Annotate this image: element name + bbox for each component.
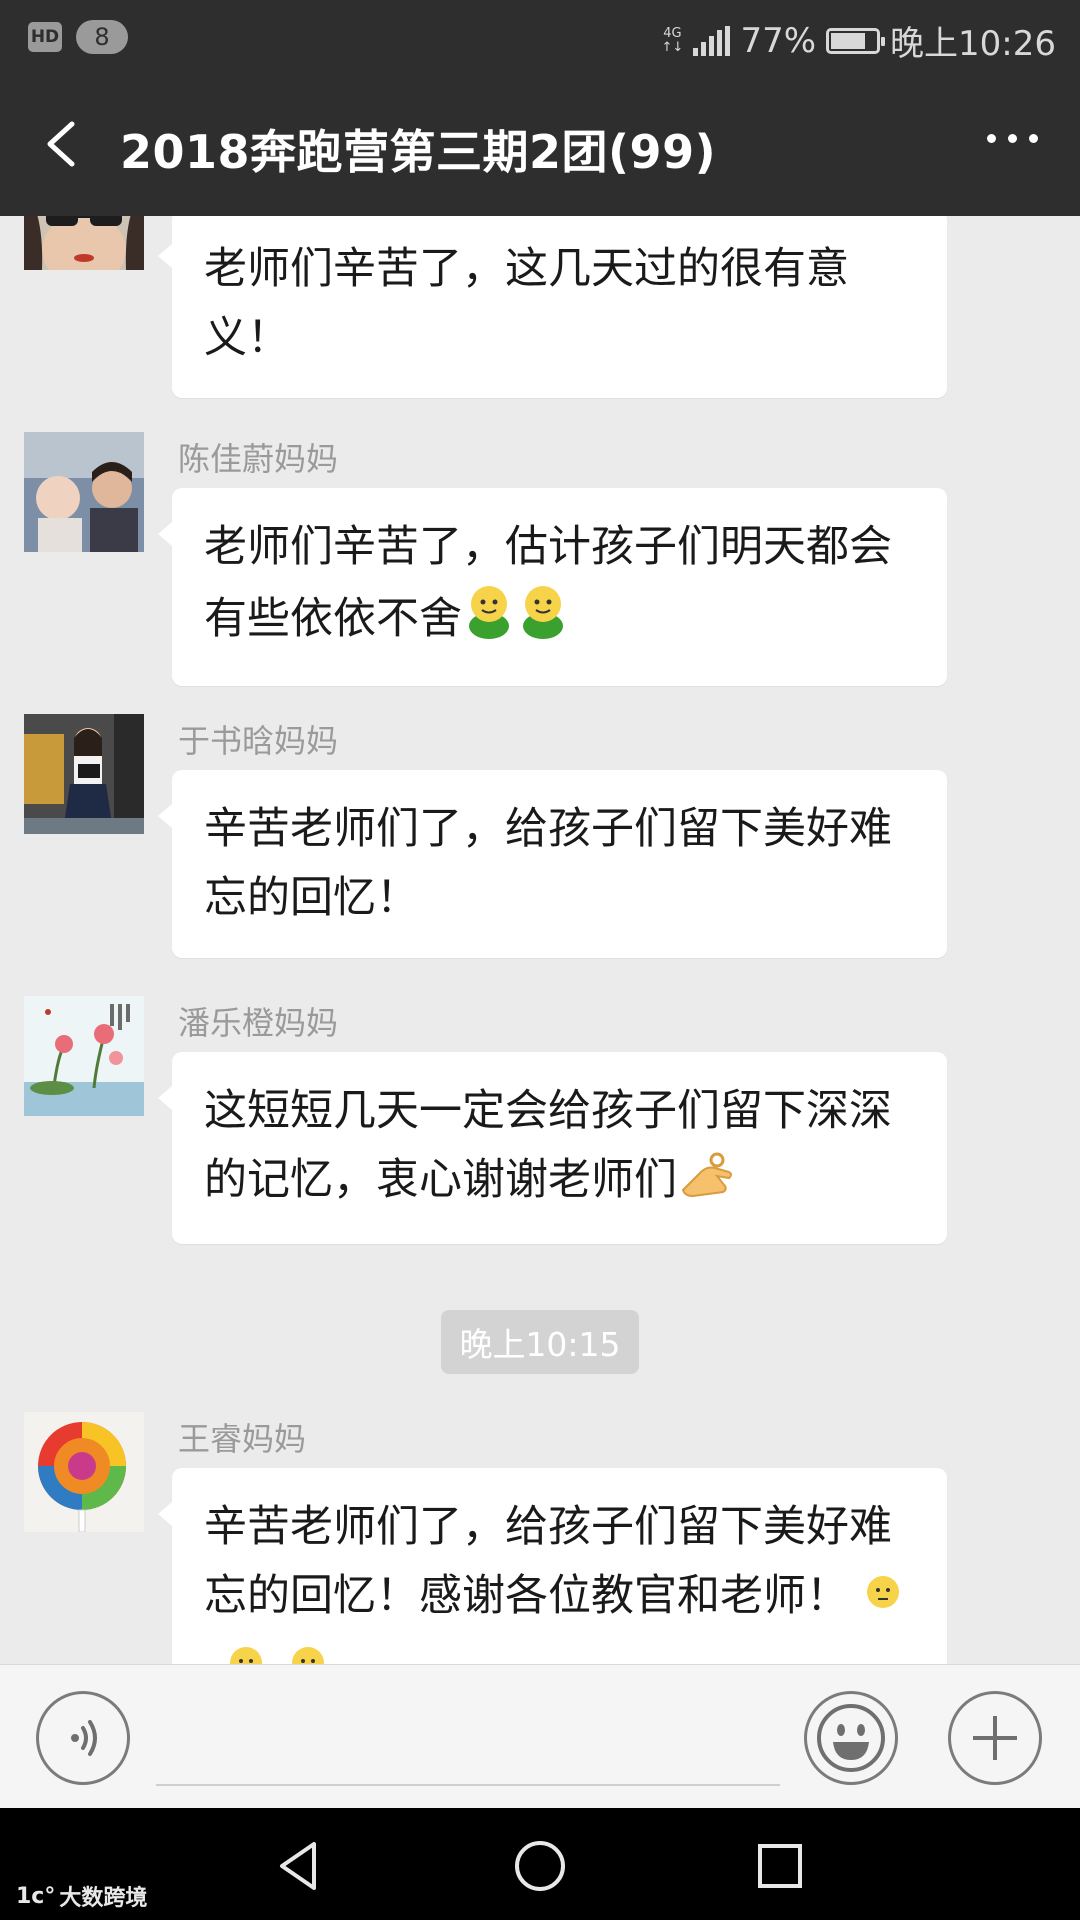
nav-back-button[interactable] bbox=[272, 1838, 328, 1894]
emoji-blank-face-icon bbox=[863, 1564, 903, 1633]
status-right: 4G ↑↓ 77% 晚上10:26 bbox=[661, 16, 1056, 65]
message-bubble[interactable]: 辛苦老师们了，给孩子们留下美好难忘的回忆！感谢各位教官和老师！ bbox=[158, 1468, 947, 1664]
voice-button[interactable] bbox=[36, 1691, 130, 1785]
network-label: 4G bbox=[663, 25, 682, 41]
message-bubble[interactable]: 老师们辛苦了，这几天过的很有意义！ bbox=[158, 216, 947, 398]
message-row: 陈佳蔚妈妈 老师们辛苦了，估计孩子们明天都会有些依依不舍 bbox=[0, 432, 1080, 686]
watermark: 1c° 大数跨境 bbox=[16, 1880, 147, 1912]
signal-icon bbox=[693, 25, 731, 56]
message-bubble[interactable]: 老师们辛苦了，估计孩子们明天都会有些依依不舍 bbox=[158, 488, 947, 686]
message-bubble[interactable]: 这短短几天一定会给孩子们留下深深的记忆，衷心谢谢老师们 bbox=[158, 1052, 947, 1244]
system-nav-bar: 1c° 大数跨境 bbox=[0, 1808, 1080, 1920]
avatar-mother-baby-image bbox=[24, 432, 144, 552]
avatar-sunglasses-woman-image bbox=[24, 216, 144, 270]
hd-icon: HD bbox=[28, 22, 62, 52]
avatar-woman-standing-image bbox=[24, 714, 144, 834]
message-text: 这短短几天一定会给孩子们留下深深的记忆，衷心谢谢老师们 bbox=[204, 1086, 892, 1205]
avatar[interactable] bbox=[24, 714, 144, 834]
smiley-icon bbox=[817, 1704, 885, 1772]
back-button[interactable] bbox=[38, 116, 94, 172]
message-text: 辛苦老师们了，给孩子们留下美好难忘的回忆！感谢各位教官和老师！ bbox=[204, 1502, 892, 1621]
circle-home-icon bbox=[515, 1841, 565, 1891]
more-dot-icon bbox=[1029, 134, 1038, 143]
plus-icon bbox=[973, 1716, 1017, 1760]
message-row: 潘乐橙妈妈 这短短几天一定会给孩子们留下深深的记忆，衷心谢谢老师们 bbox=[0, 996, 1080, 1244]
battery-icon bbox=[826, 27, 886, 54]
message-row: 于书晗妈妈 辛苦老师们了，给孩子们留下美好难忘的回忆！ bbox=[0, 714, 1080, 958]
message-row: 王睿妈妈 辛苦老师们了，给孩子们留下美好难忘的回忆！感谢各位教官和老师！ bbox=[0, 1412, 1080, 1664]
watermark-text: 大数跨境 bbox=[59, 1886, 148, 1911]
sender-name: 王睿妈妈 bbox=[178, 1420, 307, 1458]
nav-home-button[interactable] bbox=[512, 1838, 568, 1894]
battery-fill bbox=[831, 32, 865, 49]
plus-button[interactable] bbox=[948, 1691, 1042, 1785]
network-activity: ↑↓ bbox=[661, 39, 684, 55]
status-time: 晚上10:26 bbox=[890, 24, 1056, 64]
title-bar: 2018奔跑营第三期2团(99) bbox=[0, 72, 1080, 216]
emoji-blank-face-icon bbox=[226, 1635, 266, 1664]
notification-count-badge: 8 bbox=[76, 20, 128, 54]
more-dot-icon bbox=[1008, 134, 1017, 143]
emoji-button[interactable] bbox=[804, 1691, 898, 1785]
battery-percent: 77% bbox=[740, 20, 817, 61]
avatar[interactable] bbox=[24, 216, 144, 270]
avatar[interactable] bbox=[24, 432, 144, 552]
network-type: 4G ↑↓ bbox=[661, 25, 684, 55]
message-row: 老师们辛苦了，这几天过的很有意义！ bbox=[0, 216, 1080, 410]
status-bar: HD 8 4G ↑↓ 77% 晚上10:26 bbox=[0, 0, 1080, 72]
sender-name: 潘乐橙妈妈 bbox=[178, 1004, 339, 1042]
more-button[interactable] bbox=[987, 134, 1038, 143]
emoji-blank-face-icon bbox=[288, 1635, 328, 1664]
chevron-left-icon bbox=[47, 121, 75, 167]
emoji-green-smiley-icon bbox=[462, 582, 516, 661]
nav-recents-button[interactable] bbox=[752, 1838, 808, 1894]
avatar-lollipop-image bbox=[24, 1412, 144, 1532]
triangle-back-icon bbox=[280, 1842, 316, 1890]
sender-name: 于书晗妈妈 bbox=[178, 722, 339, 760]
time-divider: 晚上10:15 bbox=[441, 1310, 639, 1374]
more-dot-icon bbox=[987, 134, 996, 143]
watermark-logo: 1c° bbox=[16, 1883, 56, 1909]
avatar-lotus-painting-image bbox=[24, 996, 144, 1116]
square-recents-icon bbox=[758, 1844, 802, 1888]
chat-area[interactable]: 老师们辛苦了，这几天过的很有意义！ 陈佳蔚妈妈 老师们辛苦了，估计孩子们明天都会… bbox=[0, 216, 1080, 1664]
message-input[interactable] bbox=[156, 1784, 780, 1786]
emoji-ok-hand-icon bbox=[677, 1146, 735, 1219]
input-bar bbox=[0, 1664, 1080, 1808]
chat-title: 2018奔跑营第三期2团(99) bbox=[120, 125, 717, 179]
avatar[interactable] bbox=[24, 996, 144, 1116]
emoji-green-smiley-icon bbox=[516, 582, 570, 661]
avatar[interactable] bbox=[24, 1412, 144, 1532]
message-bubble[interactable]: 辛苦老师们了，给孩子们留下美好难忘的回忆！ bbox=[158, 770, 947, 958]
status-left: HD 8 bbox=[28, 20, 128, 54]
sender-name: 陈佳蔚妈妈 bbox=[178, 440, 339, 478]
voice-icon bbox=[71, 1720, 97, 1756]
